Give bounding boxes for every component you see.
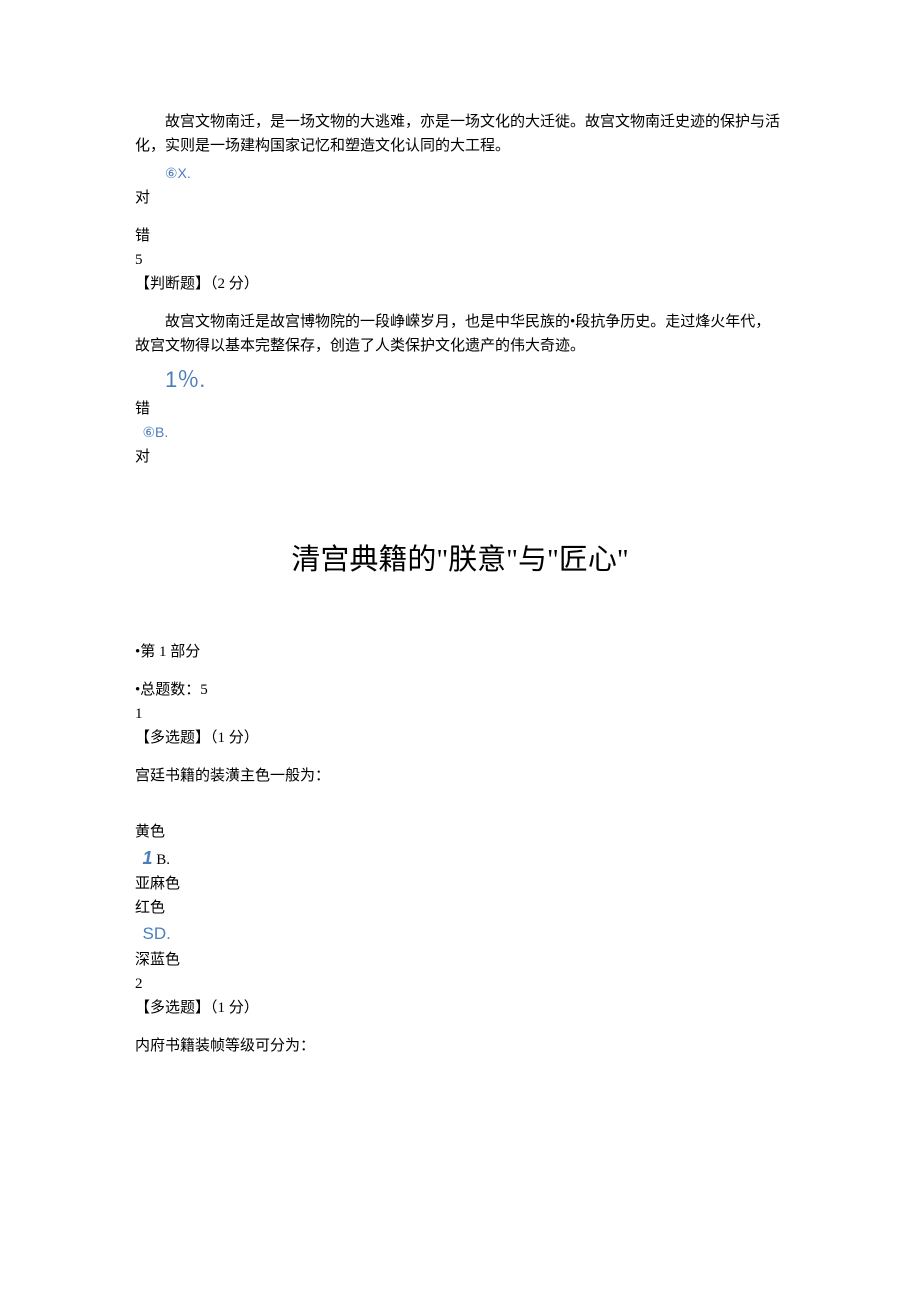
q5-passage: 故宫文物南迁是故宫博物院的一段峥嵘岁月，也是中华民族的•段抗争历史。走过烽火年代… — [135, 310, 785, 358]
s1-stem: 宫廷书籍的装潢主色一般为： — [135, 764, 785, 788]
part-label: •第 1 部分 — [135, 640, 785, 664]
s1-option-c: 红色 — [135, 896, 785, 920]
q4-marker: ⑥X. — [135, 162, 785, 186]
q4-passage: 故宫文物南迁，是一场文物的大逃难，亦是一场文化的大迁徙。故宫文物南迁史迹的保护与… — [135, 110, 785, 158]
section-title: 清宫典籍的"朕意"与"匠心" — [135, 537, 785, 583]
s2-number: 2 — [135, 972, 785, 996]
document-page: 故宫文物南迁，是一场文物的大逃难，亦是一场文化的大迁徙。故宫文物南迁史迹的保护与… — [0, 0, 920, 1301]
q5-number: 5 — [135, 248, 785, 272]
s1-option-d: 深蓝色 — [135, 948, 785, 972]
q5-option-a: 错 — [135, 397, 785, 421]
q5-marker-a: 1％. — [135, 362, 785, 397]
q5-type: 【判断题】（2 分） — [135, 272, 785, 296]
count-label: •总题数：5 — [135, 678, 785, 702]
s2-type: 【多选题】（1 分） — [135, 996, 785, 1020]
q5-option-b: 对 — [135, 445, 785, 469]
s2-stem: 内府书籍装帧等级可分为： — [135, 1034, 785, 1058]
s1-option-b: 亚麻色 — [135, 872, 785, 896]
q4-option-b: 错 — [135, 224, 785, 248]
s1-number: 1 — [135, 702, 785, 726]
q5-marker-b: ⑥B. — [135, 421, 785, 445]
s1-type: 【多选题】（1 分） — [135, 726, 785, 750]
q4-option-a: 对 — [135, 186, 785, 210]
s1-marker-d: SD. — [135, 920, 785, 947]
s1-option-a: 黄色 — [135, 820, 785, 844]
s1-marker-b: 1 B. — [135, 844, 785, 873]
